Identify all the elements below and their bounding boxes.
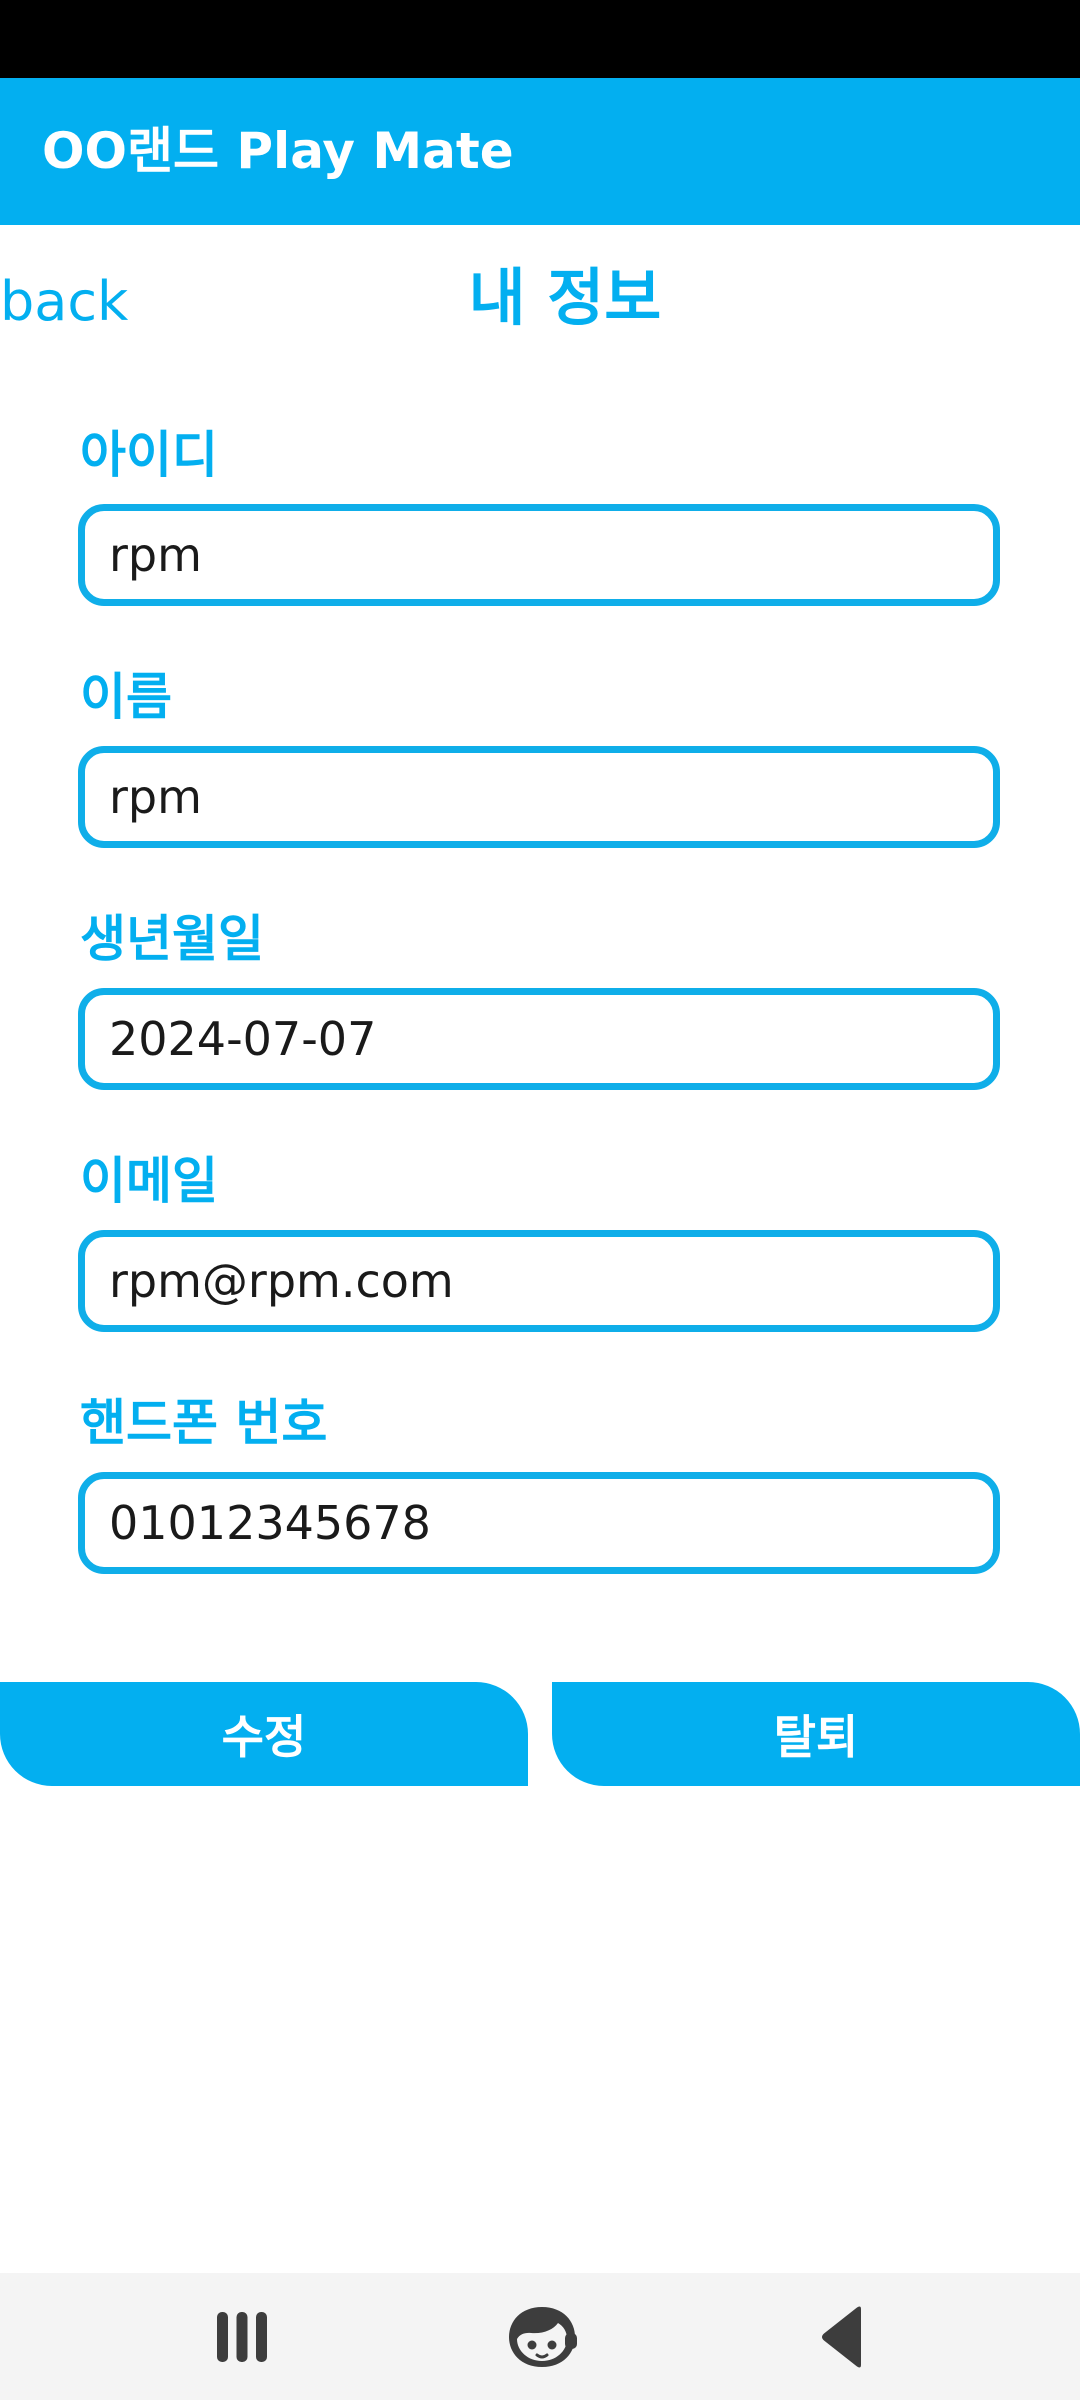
page-title: 내 정보 bbox=[468, 261, 662, 334]
name-field[interactable] bbox=[78, 746, 1000, 848]
email-field[interactable] bbox=[78, 1230, 1000, 1332]
edit-button[interactable]: 수정 bbox=[0, 1682, 528, 1786]
user-id-field[interactable] bbox=[78, 504, 1000, 606]
app-bar: OO랜드 Play Mate bbox=[0, 78, 1080, 225]
user-id-label: 아이디 bbox=[80, 426, 218, 484]
name-label: 이름 bbox=[80, 668, 172, 726]
status-bar bbox=[0, 0, 1080, 78]
birthdate-field[interactable] bbox=[78, 988, 1000, 1090]
email-label: 이메일 bbox=[80, 1152, 218, 1210]
home-icon bbox=[509, 2306, 577, 2367]
app-title: OO랜드 Play Mate bbox=[42, 122, 514, 180]
phone-field[interactable] bbox=[78, 1472, 1000, 1574]
back-icon bbox=[822, 2306, 861, 2367]
withdraw-button[interactable]: 탈퇴 bbox=[552, 1682, 1080, 1786]
nav-back-button[interactable] bbox=[772, 2273, 912, 2400]
back-link[interactable]: back bbox=[0, 262, 128, 342]
phone-label: 핸드폰 번호 bbox=[80, 1394, 328, 1452]
birthdate-label: 생년월일 bbox=[80, 910, 264, 968]
home-button[interactable] bbox=[472, 2273, 612, 2400]
system-nav-bar bbox=[0, 2273, 1080, 2400]
recent-apps-icon bbox=[217, 2311, 267, 2362]
recent-apps-button[interactable] bbox=[172, 2273, 312, 2400]
